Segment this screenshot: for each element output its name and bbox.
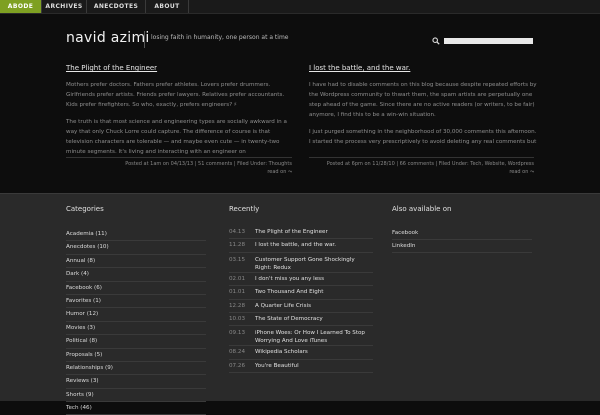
site-title[interactable]: navid azimi <box>66 30 150 46</box>
also-available-heading: Also available on <box>392 205 452 213</box>
recent-title[interactable]: A Quarter Life Crisis <box>255 300 373 312</box>
post-divider <box>309 157 534 158</box>
post-paragraph: The truth is that most science and engin… <box>66 119 287 155</box>
category-item[interactable]: Academia (11) <box>66 228 206 242</box>
recent-title[interactable]: The State of Democracy <box>255 313 373 325</box>
recent-date: 04.13 <box>229 229 246 235</box>
post-meta: Posted at 6pm on 11/28/10 | 66 comments … <box>309 160 534 176</box>
search-input[interactable] <box>444 38 533 44</box>
category-item[interactable]: Political (8) <box>66 335 206 349</box>
categories-heading: Categories <box>66 205 104 213</box>
recent-item[interactable]: 02.01 I don't miss you any less <box>229 273 373 287</box>
tab-about[interactable]: ABOUT <box>146 0 189 13</box>
recent-item[interactable]: 12.28 A Quarter Life Crisis <box>229 300 373 313</box>
post-title[interactable]: I lost the battle, and the war. <box>309 64 410 72</box>
post-divider <box>66 157 292 158</box>
recent-item[interactable]: 10.03 The State of Democracy <box>229 313 373 327</box>
title-divider <box>144 31 145 48</box>
recent-posts-list: 04.13 The Plight of the Engineer 11.28 I… <box>229 226 373 374</box>
post-excerpt: I have had to disable comments on this b… <box>309 80 537 154</box>
post-excerpt: Mothers prefer doctors. Fathers prefer a… <box>66 80 294 164</box>
post-paragraph: I just purged something in the neighborh… <box>309 129 537 145</box>
also-available-list: Facebook LinkedIn <box>392 227 532 253</box>
post-meta-text: Posted at 1am on 04/13/13 | 51 comments … <box>125 161 292 167</box>
site-tagline: losing faith in humanity, one person at … <box>151 34 289 41</box>
category-item[interactable]: Proposals (5) <box>66 349 206 362</box>
category-item[interactable]: Anecdotes (10) <box>66 241 206 255</box>
recent-date: 11.28 <box>229 242 246 249</box>
search-icon[interactable] <box>432 37 440 45</box>
recent-item[interactable]: 01.01 Two Thousand And Eight <box>229 286 373 300</box>
category-item[interactable]: Reviews (3) <box>66 375 206 389</box>
category-item[interactable]: Dark (4) <box>66 268 206 282</box>
recent-item[interactable]: 11.28 I lost the battle, and the war. <box>229 239 373 253</box>
recent-date: 02.01 <box>229 275 246 282</box>
post-paragraph: Mothers prefer doctors. Fathers prefer a… <box>66 82 285 108</box>
category-item[interactable]: Favorites (1) <box>66 295 206 309</box>
post-meta-text: Posted at 6pm on 11/28/10 | 66 comments … <box>326 161 534 167</box>
linkedin-link[interactable]: LinkedIn <box>392 240 532 253</box>
category-item[interactable]: Humor (12) <box>66 308 206 322</box>
recent-date: 09.13 <box>229 330 246 337</box>
recent-item[interactable]: 03.15 Customer Support Gone Shockingly R… <box>229 253 373 273</box>
categories-list: Academia (11) Anecdotes (10) Annual (8) … <box>66 228 206 415</box>
recent-date: 10.03 <box>229 315 246 322</box>
recent-date: 07.26 <box>229 362 246 369</box>
post-meta: Posted at 1am on 04/13/13 | 51 comments … <box>66 160 292 176</box>
category-item[interactable]: Annual (8) <box>66 255 206 269</box>
tab-abode[interactable]: ABODE <box>0 0 42 13</box>
recent-title[interactable]: Wikipedia Scholars <box>255 346 373 358</box>
recent-date: 08.24 <box>229 349 246 356</box>
recent-date: 01.01 <box>229 289 246 296</box>
post-title[interactable]: The Plight of the Engineer <box>66 64 157 72</box>
read-on-link[interactable]: read on ⤳ <box>66 168 292 176</box>
category-item[interactable]: Tech (46) <box>66 402 206 415</box>
category-item[interactable]: Facebook (6) <box>66 282 206 295</box>
recent-item[interactable]: 09.13 iPhone Woes: Or How I Learned To S… <box>229 326 373 347</box>
recent-title[interactable]: Two Thousand And Eight <box>255 286 373 298</box>
recent-title[interactable]: Customer Support Gone Shockingly Right: … <box>255 256 373 272</box>
recent-title[interactable]: The Plight of the Engineer <box>255 226 373 238</box>
post-paragraph: I have had to disable comments on this b… <box>309 82 537 118</box>
recent-date: 03.15 <box>229 256 246 263</box>
category-item[interactable]: Movies (3) <box>66 322 206 336</box>
recent-item[interactable]: 04.13 The Plight of the Engineer <box>229 226 373 240</box>
category-item[interactable]: Relationships (9) <box>66 362 206 376</box>
recent-item[interactable]: 07.26 You're Beautiful <box>229 360 373 374</box>
facebook-link[interactable]: Facebook <box>392 227 532 240</box>
recent-title[interactable]: iPhone Woes: Or How I Learned To Stop Wo… <box>255 329 373 345</box>
recent-item[interactable]: 08.24 Wikipedia Scholars <box>229 346 373 360</box>
recently-heading: Recently <box>229 205 260 213</box>
tab-archives[interactable]: ARCHIVES <box>42 0 87 13</box>
tab-anecdotes[interactable]: ANECDOTES <box>87 0 146 13</box>
recent-title[interactable]: I don't miss you any less <box>255 273 373 285</box>
top-navigation: ABODE ARCHIVES ANECDOTES ABOUT <box>0 0 600 14</box>
read-on-link[interactable]: read on ⤳ <box>309 168 534 176</box>
recent-date: 12.28 <box>229 302 246 309</box>
category-item[interactable]: Shorts (9) <box>66 389 206 403</box>
recent-title[interactable]: I lost the battle, and the war. <box>255 239 373 251</box>
recent-title[interactable]: You're Beautiful <box>255 360 373 372</box>
